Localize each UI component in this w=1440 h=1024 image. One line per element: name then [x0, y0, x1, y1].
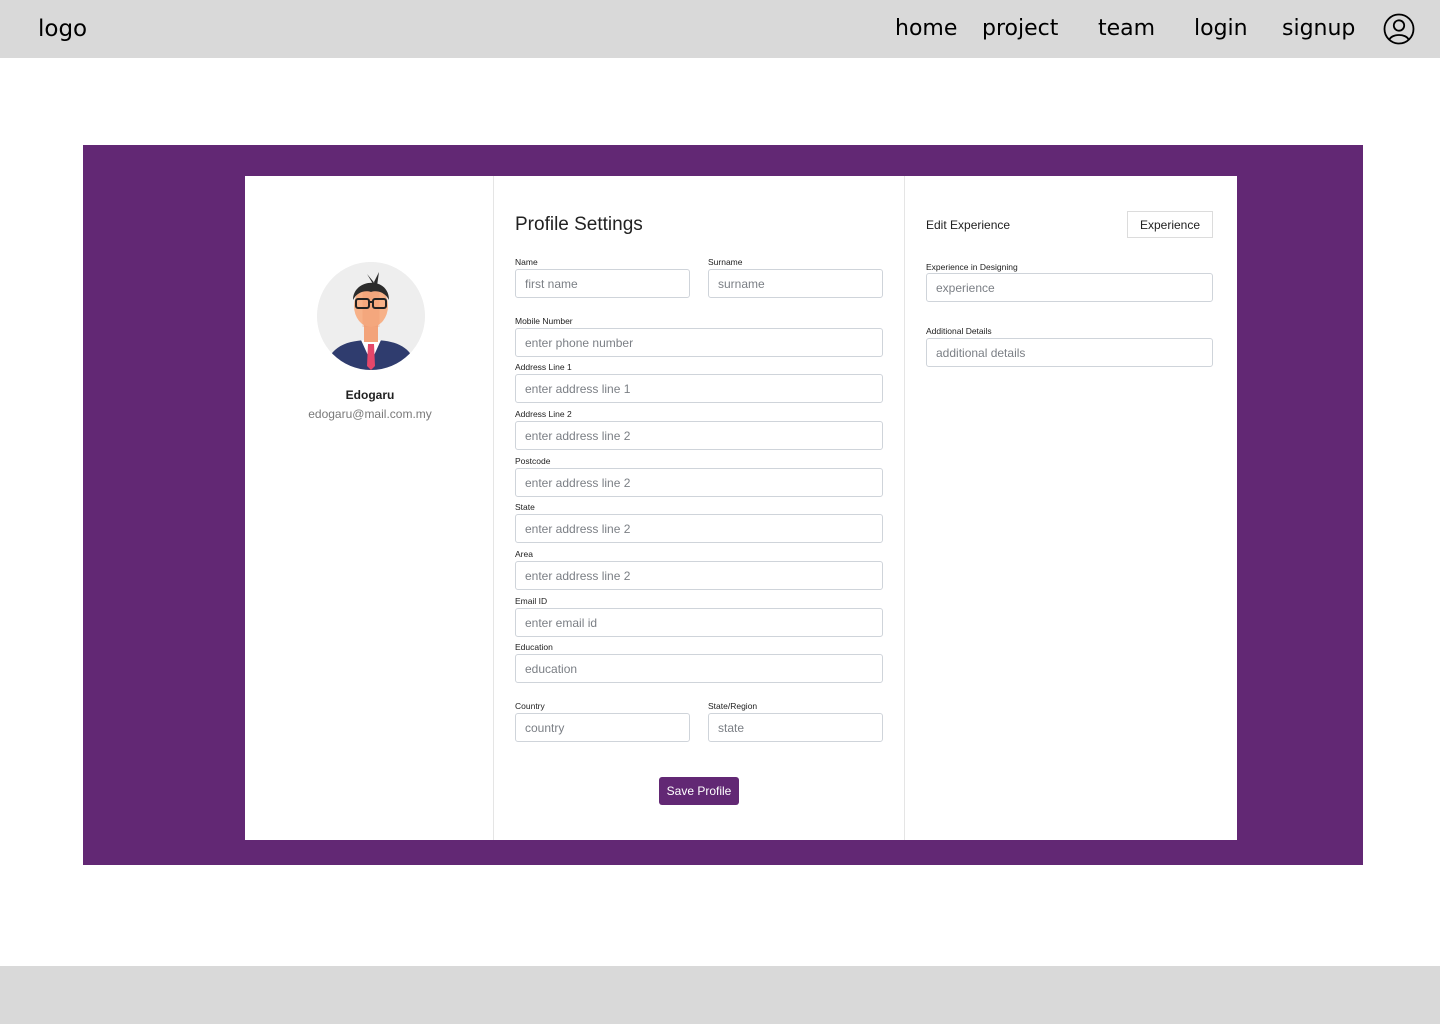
experience-input[interactable]	[926, 273, 1213, 302]
area-input[interactable]	[515, 561, 883, 590]
save-profile-button[interactable]: Save Profile	[659, 777, 739, 805]
surname-label: Surname	[708, 257, 743, 267]
experience-button[interactable]: Experience	[1127, 211, 1213, 238]
email-input[interactable]	[515, 608, 883, 637]
avatar-illustration-icon	[317, 262, 425, 370]
additional-details-input[interactable]	[926, 338, 1213, 367]
education-input[interactable]	[515, 654, 883, 683]
page-title: Profile Settings	[515, 214, 643, 235]
avatar	[317, 262, 425, 370]
surname-input[interactable]	[708, 269, 883, 298]
footer-bar	[0, 966, 1440, 1024]
area-label: Area	[515, 549, 533, 559]
details-label: Additional Details	[926, 326, 992, 336]
mobile-input[interactable]	[515, 328, 883, 357]
nav-signup[interactable]: signup	[1282, 16, 1355, 41]
address1-input[interactable]	[515, 374, 883, 403]
nav-project[interactable]: project	[982, 16, 1058, 41]
profile-name: Edogaru	[345, 388, 395, 402]
first-name-input[interactable]	[515, 269, 690, 298]
logo[interactable]: logo	[38, 16, 87, 42]
email-label: Email ID	[515, 596, 548, 606]
nav-team[interactable]: team	[1098, 16, 1155, 41]
top-navbar: logo home project team login signup	[0, 0, 1440, 58]
postcode-input[interactable]	[515, 468, 883, 497]
experience-panel: Edit Experience Experience Experience in…	[905, 176, 1237, 840]
nav-home[interactable]: home	[895, 16, 957, 41]
profile-summary: Edogaru edogaru@mail.com.my	[245, 176, 494, 840]
address1-label: Address Line 1	[515, 362, 572, 372]
country-input[interactable]	[515, 713, 690, 742]
mobile-label: Mobile Number	[515, 316, 573, 326]
postcode-label: Postcode	[515, 456, 551, 466]
region-input[interactable]	[708, 713, 883, 742]
edit-experience-title: Edit Experience	[926, 218, 1011, 232]
profile-settings-form: Profile Settings Name Surname Mobile Num…	[494, 176, 905, 840]
designing-label: Experience in Designing	[926, 262, 1018, 272]
name-label: Name	[515, 257, 538, 267]
region-label: State/Region	[708, 701, 758, 711]
state-input[interactable]	[515, 514, 883, 543]
education-label: Education	[515, 642, 553, 652]
nav-login[interactable]: login	[1194, 16, 1248, 41]
address2-input[interactable]	[515, 421, 883, 450]
profile-card: Edogaru edogaru@mail.com.my Profile Sett…	[245, 176, 1237, 840]
state-label: State	[515, 502, 535, 512]
user-circle-icon[interactable]	[1383, 13, 1415, 45]
profile-email: edogaru@mail.com.my	[308, 407, 432, 421]
country-label: Country	[515, 701, 545, 711]
address2-label: Address Line 2	[515, 409, 572, 419]
